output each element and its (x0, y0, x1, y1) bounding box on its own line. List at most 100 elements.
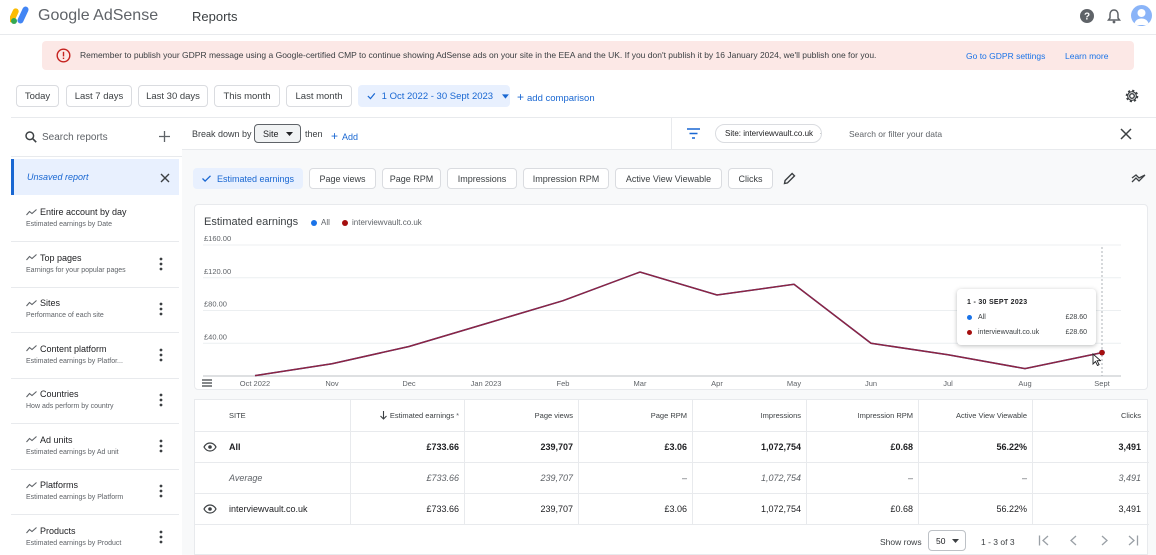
more-vert-icon[interactable] (159, 257, 163, 271)
rows-per-page-select[interactable]: 50 (928, 530, 966, 551)
sidebar-item-ad-units[interactable]: Ad units Estimated earnings by Ad unit (11, 425, 179, 470)
metric-chip-clicks[interactable]: Clicks (728, 168, 773, 189)
notifications-bell-icon[interactable] (1105, 7, 1123, 25)
page-title: Reports (192, 9, 238, 24)
date-chip-today[interactable]: Today (16, 85, 59, 107)
filter-search-input[interactable]: Search or filter your data (849, 129, 942, 139)
chart-compare-icon[interactable] (1131, 173, 1146, 184)
col-header-clicks[interactable]: Clicks (1033, 400, 1147, 431)
metric-chip-impressions[interactable]: Impressions (447, 168, 517, 189)
sidebar-item-subtitle: Estimated earnings by Date (26, 221, 112, 228)
previous-page-chevron-icon[interactable] (1068, 535, 1080, 546)
report-trend-icon (26, 299, 37, 306)
clear-filters-close-icon[interactable] (1120, 128, 1132, 140)
more-vert-icon[interactable] (159, 484, 163, 498)
date-chip-this-month[interactable]: This month (214, 85, 280, 107)
col-header-estimated-earnings-label: Estimated earnings (389, 411, 455, 420)
metric-chip-page-rpm[interactable]: Page RPM (382, 168, 441, 189)
sidebar-item-title-row: Products (26, 526, 76, 536)
filter-icon[interactable] (687, 128, 700, 139)
date-chip-last-30-days[interactable]: Last 30 days (138, 85, 208, 107)
col-header-active-view-viewable[interactable]: Active View Viewable (919, 400, 1033, 431)
more-vert-icon[interactable] (159, 439, 163, 453)
sidebar-item-sites[interactable]: Sites Performance of each site (11, 288, 179, 333)
date-chip-last-7-days[interactable]: Last 7 days (66, 85, 132, 107)
first-page-icon[interactable] (1038, 535, 1050, 546)
search-reports-input[interactable]: Search reports (42, 132, 108, 143)
sidebar-item-subtitle: Performance of each site (26, 312, 104, 319)
sidebar-item-platforms[interactable]: Platforms Estimated earnings by Platform (11, 470, 179, 515)
unsaved-report-item[interactable]: Unsaved report (11, 159, 179, 195)
more-vert-icon[interactable] (159, 348, 163, 362)
account-avatar[interactable] (1131, 5, 1152, 26)
x-tick-label: Jun (865, 379, 877, 388)
add-breakdown-button[interactable]: + Add (331, 129, 358, 143)
add-comparison-button[interactable]: + add comparison (517, 90, 595, 104)
x-tick-label: Sept (1094, 379, 1110, 388)
sidebar-item-title: Countries (40, 389, 79, 399)
more-vert-icon[interactable] (159, 530, 163, 544)
metric-chip-active-view-viewable[interactable]: Active View Viewable (615, 168, 722, 189)
x-tick-label: Oct 2022 (240, 379, 270, 388)
table-row[interactable]: interviewvault.co.uk £733.66 239,707 £3.… (195, 494, 1149, 525)
x-tick-label: May (787, 379, 801, 388)
col-header-impressions[interactable]: Impressions (693, 400, 807, 431)
dropdown-arrow-icon (502, 93, 509, 99)
close-icon[interactable] (160, 173, 170, 183)
sidebar-item-countries[interactable]: Countries How ads perform by country (11, 379, 179, 424)
metric-chip-estimated-earnings[interactable]: Estimated earnings (193, 168, 303, 189)
total-impressions: 1,072,754 (760, 442, 801, 452)
average-page-views: 239,707 (540, 473, 573, 483)
col-header-estimated-earnings[interactable]: Estimated earnings * (351, 400, 465, 431)
metric-chip-impression-rpm[interactable]: Impression RPM (523, 168, 609, 189)
metric-chip-label: Estimated earnings (216, 173, 295, 184)
site-filter-chip[interactable]: Site: interviewvault.co.uk (715, 124, 822, 143)
y-tick-label: £120.00 (204, 267, 231, 276)
average-impression-rpm: – (907, 473, 913, 483)
help-icon[interactable]: ? (1078, 7, 1096, 25)
report-table: SITE Estimated earnings * Page views Page… (194, 399, 1149, 555)
more-vert-icon[interactable] (159, 302, 163, 316)
app-header: Google AdSense Reports ? (0, 0, 1156, 35)
gdpr-settings-link[interactable]: Go to GDPR settings (966, 51, 1045, 61)
visibility-eye-icon[interactable] (203, 504, 217, 514)
sidebar-item-title-row: Sites (26, 298, 60, 308)
next-page-chevron-icon[interactable] (1098, 535, 1110, 546)
average-clicks: 3,491 (1118, 473, 1141, 483)
sidebar-item-top-pages[interactable]: Top pages Earnings for your popular pages (11, 243, 179, 288)
visibility-eye-icon[interactable] (203, 442, 217, 452)
remove-filter-icon[interactable] (820, 130, 821, 137)
sidebar-item-subtitle: Estimated earnings by Product (26, 539, 122, 547)
sidebar-item-products[interactable]: Products Estimated earnings by Product (11, 516, 179, 555)
col-header-impression-rpm[interactable]: Impression RPM (807, 400, 919, 431)
tooltip-label-site: interviewvault.co.uk (978, 329, 1040, 336)
adsense-logo-icon[interactable] (10, 5, 32, 25)
app-name[interactable]: Google AdSense (38, 7, 158, 25)
date-range-selector[interactable]: 1 Oct 2022 - 30 Sept 2023 (358, 85, 510, 107)
sidebar-item-content-platform[interactable]: Content platform Estimated earnings by Pl… (11, 334, 179, 379)
col-header-page-views[interactable]: Page views (465, 400, 579, 431)
more-vert-icon[interactable] (159, 393, 163, 407)
check-icon (367, 93, 376, 100)
edit-metrics-pencil-icon[interactable] (783, 172, 796, 185)
date-chip-last-month[interactable]: Last month (286, 85, 352, 107)
metric-chip-page-views[interactable]: Page views (309, 168, 376, 189)
last-page-icon[interactable] (1127, 535, 1139, 546)
search-reports-row[interactable]: Search reports (11, 118, 182, 157)
gear-icon[interactable] (1124, 88, 1140, 104)
sidebar-item-title: Content platform (40, 343, 107, 354)
chart-table-toggle-icon[interactable] (202, 379, 212, 387)
error-icon (56, 48, 71, 63)
breakdown-dimension-select[interactable]: Site (254, 124, 301, 143)
column-divider (918, 400, 919, 525)
report-trend-icon (26, 527, 37, 534)
sidebar-item-entire-account-by-day[interactable]: Entire account by day Estimated earnings … (11, 197, 179, 242)
learn-more-link[interactable]: Learn more (1065, 51, 1108, 61)
unsaved-report-label: Unsaved report (27, 172, 89, 182)
new-report-plus-icon[interactable] (159, 131, 170, 142)
col-header-site[interactable]: SITE (229, 400, 349, 431)
col-header-page-rpm[interactable]: Page RPM (579, 400, 693, 431)
svg-text:?: ? (1084, 12, 1090, 23)
x-tick-label: Feb (557, 379, 570, 388)
row-clicks: 3,491 (1118, 504, 1141, 514)
